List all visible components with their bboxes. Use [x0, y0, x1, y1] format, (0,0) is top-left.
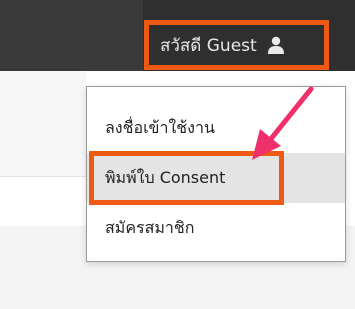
user-menu-button[interactable]: สวัสดี Guest: [144, 20, 329, 70]
menu-item-label: พิมพ์ใบ Consent: [105, 167, 226, 187]
menu-item-login[interactable]: ลงชื่อเข้าใช้งาน: [87, 103, 345, 153]
user-icon: [267, 36, 285, 54]
background-row: [0, 71, 86, 125]
user-dropdown-menu: ลงชื่อเข้าใช้งาน พิมพ์ใบ Consent สมัครสม…: [86, 86, 346, 262]
background-row: [0, 124, 86, 177]
menu-item-label: สมัครสมาชิก: [105, 217, 195, 237]
menu-item-label: ลงชื่อเข้าใช้งาน: [105, 117, 215, 137]
menu-item-print-consent[interactable]: พิมพ์ใบ Consent: [87, 153, 345, 203]
menu-item-register[interactable]: สมัครสมาชิก: [87, 203, 345, 253]
greeting-label: สวัสดี Guest: [160, 35, 257, 56]
